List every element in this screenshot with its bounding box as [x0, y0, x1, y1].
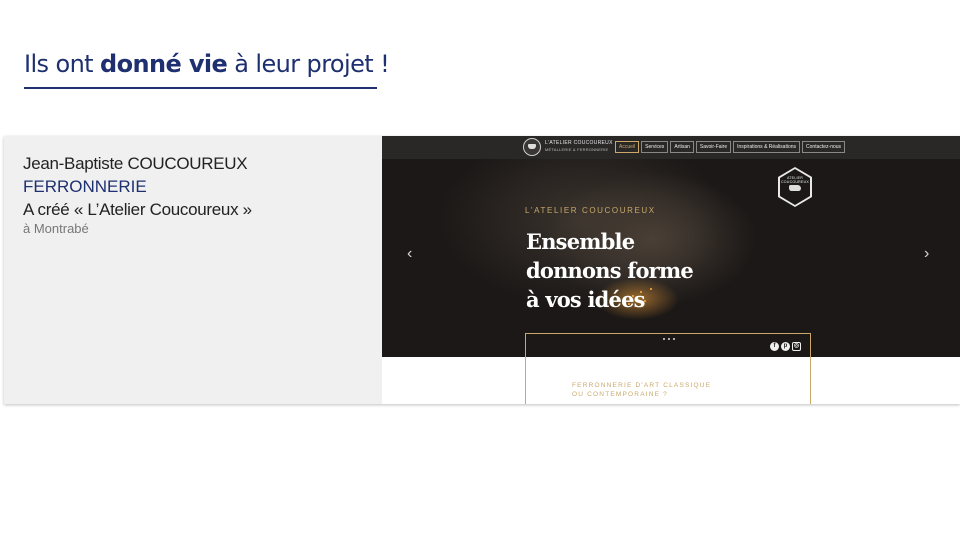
slide-title-prefix: Ils ont: [24, 50, 101, 78]
location-label: à Montrabé: [23, 221, 89, 236]
site-menu-inspirations[interactable]: Inspirations & Réalisations: [733, 141, 801, 153]
hero-heading-line-3: à vos idées: [526, 287, 645, 312]
site-menu: Accueil Services Artisan Savoir-Faire In…: [615, 141, 846, 153]
site-logo-icon[interactable]: [523, 138, 541, 156]
site-menu-services[interactable]: Services: [641, 141, 669, 153]
hero-kicker: L'ATELIER COUCOUREUX: [525, 206, 656, 215]
slide-title-bold: donné vie: [100, 50, 228, 78]
site-tagline-line-2: OU CONTEMPORAINE ?: [572, 391, 668, 398]
site-logo-title[interactable]: L'ATELIER COUCOUREUX: [545, 140, 613, 146]
site-logo-subtitle: MÉTALLERIE & FERRONNERIE: [545, 147, 609, 152]
badge-logo-text: ATELIER COUCOUREUX: [781, 176, 809, 184]
card-info-panel: Jean-Baptiste COUCOUREUX FERRONNERIE A c…: [4, 136, 382, 404]
slide-title-suffix: à leur projet !: [227, 50, 390, 78]
anvil-icon: [789, 185, 801, 191]
hero-heading-line-2: donnons forme: [526, 258, 694, 283]
person-name: Jean-Baptiste COUCOUREUX: [23, 154, 248, 173]
website-screenshot: L'ATELIER COUCOUREUX MÉTALLERIE & FERRON…: [382, 136, 960, 404]
carousel-prev-icon[interactable]: ‹: [407, 246, 412, 262]
site-navbar: L'ATELIER COUCOUREUX MÉTALLERIE & FERRON…: [382, 136, 960, 159]
hero-banner: L'ATELIER COUCOUREUX Ensemble donnons fo…: [382, 159, 960, 357]
site-menu-savoir-faire[interactable]: Savoir-Faire: [695, 141, 732, 153]
site-menu-contact[interactable]: Contactez-nous: [802, 141, 846, 153]
hero-heading-line-1: Ensemble: [526, 229, 635, 254]
slide-title: Ils ont donné vie à leur projet !: [24, 50, 390, 78]
trade-label: FERRONNERIE: [23, 177, 147, 196]
created-business: A créé « L’Atelier Coucoureux »: [23, 200, 252, 219]
site-menu-artisan[interactable]: Artisan: [670, 141, 694, 153]
testimonial-card: Jean-Baptiste COUCOUREUX FERRONNERIE A c…: [4, 136, 960, 404]
title-underline: [24, 87, 377, 89]
site-tagline-line-1: FERRONNERIE D'ART CLASSIQUE: [572, 382, 712, 389]
spark: [650, 288, 652, 290]
carousel-next-icon[interactable]: ›: [924, 246, 929, 262]
site-tagline: FERRONNERIE D'ART CLASSIQUE OU CONTEMPOR…: [572, 381, 711, 399]
site-menu-accueil[interactable]: Accueil: [615, 141, 640, 153]
